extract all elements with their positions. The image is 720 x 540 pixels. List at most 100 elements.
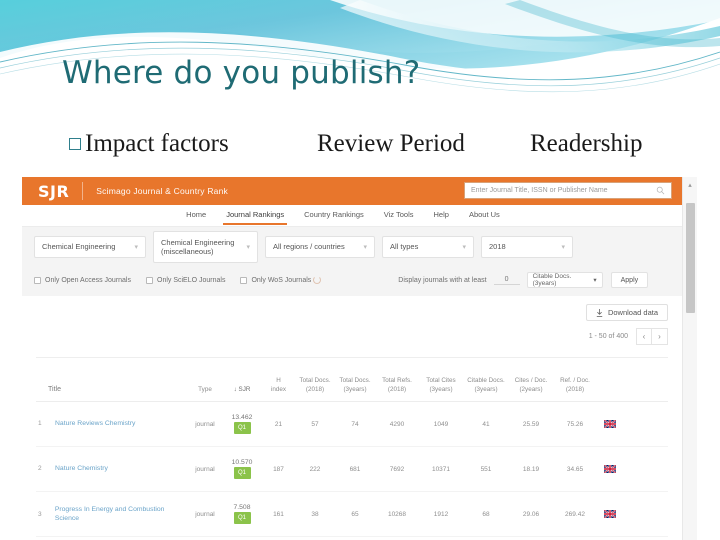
cell-sjr: 10.570 Q1 xyxy=(222,459,262,479)
column-header-type[interactable]: Type xyxy=(188,386,222,402)
checkbox-open-access[interactable]: Only Open Access Journals xyxy=(34,276,131,284)
type-select[interactable]: All types ▾ xyxy=(382,236,474,258)
filter-checkbox-row: Only Open Access Journals Only SciELO Jo… xyxy=(34,272,670,288)
sjr-value: 13.462 xyxy=(231,414,253,421)
rpd-line2: (2018) xyxy=(565,385,585,393)
flag-gb-icon xyxy=(604,420,616,428)
display-threshold-group: Display journals with at least 0 Citable… xyxy=(398,272,649,288)
cell-country xyxy=(597,510,623,518)
page-title: Where do you publish? xyxy=(62,55,421,91)
search-input[interactable]: Enter Journal Title, ISSN or Publisher N… xyxy=(464,182,672,199)
rpd-line1: Ref. / Doc. xyxy=(560,377,590,384)
cpd-line1: Cites / Doc. xyxy=(514,377,548,384)
sjr-logo[interactable]: SJR xyxy=(38,182,69,201)
column-header-country xyxy=(597,394,623,401)
table-row[interactable]: 3 Progress In Energy and Combustion Scie… xyxy=(36,492,668,537)
column-header-total-cites-3years[interactable]: Total Cites (3years) xyxy=(419,377,463,401)
checkbox-scielo[interactable]: Only SciELO Journals xyxy=(146,276,225,284)
sjr-value: 7.508 xyxy=(233,504,251,511)
td1-line1: Total Docs. xyxy=(299,377,331,384)
pagination-prev-button[interactable]: ‹ xyxy=(636,328,652,345)
nav-item-viz-tools[interactable]: Viz Tools xyxy=(384,210,414,222)
nav-item-country-rankings[interactable]: Country Rankings xyxy=(304,210,364,222)
journal-title-link[interactable]: Nature Chemistry xyxy=(55,464,108,473)
table-header-row: Title Type ↓ SJR H index Total Docs. (20… xyxy=(36,358,668,402)
bullet-label: Impact factors xyxy=(85,130,229,157)
cell-type: journal xyxy=(195,465,215,473)
subject-category-select[interactable]: Chemical Engineering (miscellaneous) ▾ xyxy=(153,231,258,263)
cell-title: 3 Progress In Energy and Combustion Scie… xyxy=(36,505,188,523)
column-header-total-docs-3years[interactable]: Total Docs. (3years) xyxy=(335,377,375,401)
display-threshold-label: Display journals with at least xyxy=(398,276,487,284)
cell-total-refs-2018: 7692 xyxy=(389,465,405,473)
bullet-row: Impact factors Review Period Readership xyxy=(62,130,687,164)
td1-line2: (2018) xyxy=(305,385,325,393)
cell-type: journal xyxy=(195,420,215,428)
download-label: Download data xyxy=(607,308,658,317)
checkbox-box-icon[interactable] xyxy=(34,276,41,284)
embedded-sjr-screenshot: SJR Scimago Journal & Country Rank Enter… xyxy=(22,177,697,540)
column-header-total-docs-2018[interactable]: Total Docs. (2018) xyxy=(295,377,335,401)
type-value: All types xyxy=(390,242,419,252)
journal-rankings-table: Title Type ↓ SJR H index Total Docs. (20… xyxy=(36,357,668,537)
display-metric-select[interactable]: Citable Docs. (3years) ▾ xyxy=(526,272,603,288)
chevron-down-icon: ▾ xyxy=(593,277,597,284)
column-header-title[interactable]: Title xyxy=(36,385,188,401)
cell-total-docs-2018: 38 xyxy=(311,510,319,518)
checkbox-box-icon[interactable] xyxy=(146,276,153,284)
pagination-next-button[interactable]: › xyxy=(652,328,668,345)
quartile-badge: Q1 xyxy=(233,467,251,479)
tr-line1: Total Refs. xyxy=(382,377,412,384)
nav-item-about-us[interactable]: About Us xyxy=(469,210,500,222)
subject-category-value: Chemical Engineering (miscellaneous) xyxy=(161,237,235,256)
column-header-citable-docs-3years[interactable]: Citable Docs. (3years) xyxy=(463,377,509,401)
region-select[interactable]: All regions / countries ▾ xyxy=(265,236,375,258)
vertical-scrollbar[interactable]: ▴ xyxy=(682,177,697,540)
pagination-range: 1 - 50 of 400 xyxy=(588,333,628,340)
nav-item-home[interactable]: Home xyxy=(186,210,206,222)
year-select[interactable]: 2018 ▾ xyxy=(481,236,573,258)
cell-country xyxy=(597,465,623,473)
sjr-brand-subtitle: Scimago Journal & Country Rank xyxy=(96,186,228,196)
flag-gb-icon xyxy=(604,465,616,473)
column-header-cites-per-doc-2years[interactable]: Cites / Doc. (2years) xyxy=(509,377,553,401)
cell-h-index: 161 xyxy=(273,510,284,518)
filter-panel: Chemical Engineering ▾ Chemical Engineer… xyxy=(22,227,682,296)
journal-title-link[interactable]: Progress In Energy and Combustion Scienc… xyxy=(55,505,188,523)
journal-title-link[interactable]: Nature Reviews Chemistry xyxy=(55,419,135,428)
column-header-total-refs-2018[interactable]: Total Refs. (2018) xyxy=(375,377,419,401)
apply-button[interactable]: Apply xyxy=(610,272,649,288)
column-header-sjr[interactable]: ↓ SJR xyxy=(222,386,262,402)
h-line1: H xyxy=(276,377,281,384)
checkbox-box-icon[interactable] xyxy=(240,276,248,284)
checkbox-wos[interactable]: Only WoS Journals xyxy=(240,276,322,284)
cell-rank: 3 xyxy=(38,510,42,518)
download-data-button[interactable]: Download data xyxy=(585,304,668,321)
column-header-refs-per-doc-2018[interactable]: Ref. / Doc. (2018) xyxy=(553,377,597,401)
cell-total-docs-3years: 681 xyxy=(349,465,361,473)
display-threshold-input[interactable]: 0 xyxy=(493,276,520,285)
table-row[interactable]: 2 Nature Chemistry journal 10.570 Q1 187… xyxy=(36,447,668,492)
search-icon[interactable] xyxy=(656,186,665,195)
scroll-up-arrow-icon[interactable]: ▴ xyxy=(683,181,697,189)
column-header-h-index[interactable]: H index xyxy=(262,377,295,401)
square-bullet-icon xyxy=(69,138,81,150)
nav-item-journal-rankings[interactable]: Journal Rankings xyxy=(223,210,288,225)
cell-rank: 2 xyxy=(38,465,42,473)
cell-total-docs-2018: 57 xyxy=(311,420,319,428)
cell-sjr: 13.462 Q1 xyxy=(222,414,262,434)
bullet-review-period: Review Period xyxy=(317,130,465,157)
cell-citable-docs-3years: 68 xyxy=(482,510,490,518)
cell-total-cites-3years: 10371 xyxy=(431,465,451,473)
table-utility-row: Download data 1 - 50 of 400 ‹ › xyxy=(22,296,682,349)
nav-item-help[interactable]: Help xyxy=(434,210,449,222)
table-row[interactable]: 1 Nature Reviews Chemistry journal 13.46… xyxy=(36,402,668,447)
cell-country xyxy=(597,420,623,428)
search-placeholder: Enter Journal Title, ISSN or Publisher N… xyxy=(471,187,608,194)
loading-spinner-icon xyxy=(313,276,322,284)
scrollbar-thumb[interactable] xyxy=(686,203,695,313)
pagination: 1 - 50 of 400 ‹ › xyxy=(589,328,668,345)
cell-refs-per-doc-2018: 75.26 xyxy=(566,420,584,428)
subject-area-select[interactable]: Chemical Engineering ▾ xyxy=(34,236,146,258)
display-metric-value: Citable Docs. (3years) xyxy=(532,273,572,287)
